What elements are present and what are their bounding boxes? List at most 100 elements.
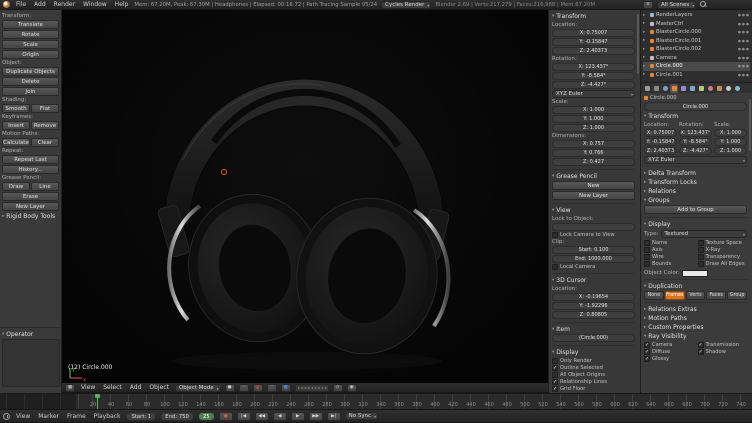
repeat-last-button[interactable]: Repeat Last	[2, 155, 59, 164]
show-name-checkbox[interactable]: Name	[644, 240, 694, 246]
transparency-checkbox[interactable]: Transparency	[698, 254, 748, 260]
only-render-checkbox[interactable]: Only Render	[552, 358, 635, 364]
snap-magnet-icon[interactable]: ∩	[333, 384, 343, 392]
frame-start-field[interactable]: Start: 1	[126, 412, 156, 421]
disclosure-icon[interactable]: ▸	[643, 13, 648, 18]
relationship-lines-checkbox[interactable]: Relationship Lines	[552, 379, 635, 385]
location-field[interactable]: Y: -0.15847	[552, 38, 635, 46]
transform-panel-header[interactable]: Transform	[644, 112, 747, 121]
ray-diffuse-checkbox[interactable]: Diffuse	[644, 349, 694, 355]
layer-grid[interactable]	[295, 384, 329, 392]
render-opengl-icon[interactable]: ◉	[347, 384, 357, 392]
current-frame-field[interactable]: 25	[198, 412, 215, 421]
clip-start-field[interactable]: Start: 0.100	[552, 246, 635, 254]
rotation-mode-select[interactable]: XYZ Euler	[644, 156, 747, 164]
ray-visibility-panel-header[interactable]: Ray Visibility	[644, 332, 747, 341]
outliner-editor-icon[interactable]: ≡	[643, 1, 653, 9]
scale-field[interactable]: Y: 1.000	[714, 138, 747, 146]
remove-keyframe-button[interactable]: Remove	[31, 121, 59, 130]
show-axis-checkbox[interactable]: Axis	[644, 247, 694, 253]
duplication-group-button[interactable]: Group	[727, 291, 747, 300]
gp-line-button[interactable]: Line	[31, 182, 59, 191]
rotation-field[interactable]: Y: -8.584°	[552, 72, 635, 80]
view-panel-header[interactable]: View	[552, 206, 635, 215]
rotation-field[interactable]: X: 123.437°	[679, 129, 712, 137]
cursor-field[interactable]: X: -0.19654	[552, 293, 635, 301]
all-origins-checkbox[interactable]: All Object Origins	[552, 372, 635, 378]
show-bounds-checkbox[interactable]: Bounds	[644, 261, 694, 267]
lock-camera-checkbox[interactable]: Lock Camera to View	[552, 232, 635, 238]
search-icon[interactable]	[700, 1, 707, 8]
play-reverse-button[interactable]: ◀	[273, 412, 287, 421]
timeline-editor-icon[interactable]	[3, 413, 10, 420]
location-field[interactable]: Z: 2.40373	[552, 47, 635, 55]
outliner-row[interactable]: ▸ Camera●●●	[643, 54, 750, 63]
properties-tab-render-icon[interactable]	[643, 84, 651, 93]
disclosure-icon[interactable]: ▸	[643, 72, 648, 77]
properties-tab-physics-icon[interactable]	[733, 84, 741, 93]
visibility-toggles[interactable]: ●●●	[738, 73, 750, 77]
outliner-row[interactable]: ▸ RenderLayers●●●	[643, 11, 750, 20]
show-wire-checkbox[interactable]: Wire	[644, 254, 694, 260]
disclosure-icon[interactable]: ▸	[643, 21, 648, 26]
visibility-toggles[interactable]: ●●●	[738, 13, 750, 17]
viewport-menu-select[interactable]: Select	[101, 384, 124, 391]
frame-end-field[interactable]: End: 750	[160, 412, 194, 421]
prev-keyframe-button[interactable]: ◀◀	[255, 412, 269, 421]
outliner-row-selected[interactable]: ▸ Circle.000●●●	[643, 62, 750, 71]
outline-selected-checkbox[interactable]: Outline Selected	[552, 365, 635, 371]
outliner-row[interactable]: ▸ Circle.001●●●	[643, 71, 750, 80]
custom-properties-panel-header[interactable]: Custom Properties	[644, 323, 747, 332]
scale-field[interactable]: Z: 1.000	[552, 124, 635, 132]
location-field[interactable]: Y: -0.15847	[644, 138, 677, 146]
relations-extras-panel-header[interactable]: Relations Extras	[644, 305, 747, 314]
local-camera-checkbox[interactable]: Local Camera	[552, 264, 635, 270]
cursor-field[interactable]: Z: 0.80805	[552, 311, 635, 319]
properties-tab-modifiers-icon[interactable]	[688, 84, 696, 93]
display-type-select[interactable]: Textured	[661, 230, 748, 238]
properties-tab-texture-icon[interactable]	[715, 84, 723, 93]
visibility-toggles[interactable]: ●●●	[738, 47, 750, 51]
ray-glossy-checkbox[interactable]: Glossy	[644, 356, 694, 362]
rotation-mode-select[interactable]: XYZ Euler	[552, 90, 635, 98]
rigid-body-tools-panel-header[interactable]: Rigid Body Tools	[2, 212, 59, 221]
timeline-ruler[interactable]: 2040608010012014016018020022024026028030…	[0, 393, 752, 409]
shade-smooth-button[interactable]: Smooth	[2, 104, 30, 113]
viewport-menu-view[interactable]: View	[79, 384, 97, 391]
visibility-toggles[interactable]: ●●●	[738, 64, 750, 68]
visibility-toggles[interactable]: ●●●	[738, 56, 750, 60]
clear-paths-button[interactable]: Clear	[31, 138, 59, 147]
viewport-shading-icon[interactable]: ●	[225, 384, 235, 392]
outliner-row[interactable]: ▸ BlasterCircle.001●●●	[643, 37, 750, 46]
dimension-field[interactable]: Z: 0.427	[552, 158, 635, 166]
ray-shadow-checkbox[interactable]: Shadow	[698, 349, 748, 355]
transform-panel-header[interactable]: Transform	[552, 12, 635, 21]
render-engine-select[interactable]: Cycles Render	[381, 1, 431, 9]
rotation-field[interactable]: Z: -4.427°	[552, 81, 635, 89]
menu-add[interactable]: Add	[32, 1, 48, 8]
rotate-button[interactable]: Rotate	[2, 30, 59, 39]
timeline-menu-frame[interactable]: Frame	[65, 413, 88, 420]
relations-panel-header[interactable]: Relations	[644, 187, 747, 196]
grid-floor-checkbox[interactable]: Grid Floor	[552, 386, 635, 392]
rotation-field[interactable]: X: 123.437°	[552, 63, 635, 71]
duplicate-button[interactable]: Duplicate Objects	[2, 67, 59, 76]
outliner-display-mode-select[interactable]: All Scenes	[657, 1, 696, 9]
draw-all-edges-checkbox[interactable]: Draw All Edges	[698, 261, 748, 267]
timeline-menu-playback[interactable]: Playback	[92, 413, 123, 420]
scale-field[interactable]: X: 1.000	[552, 106, 635, 114]
delete-button[interactable]: Delete	[2, 77, 59, 86]
object-color-swatch[interactable]	[682, 270, 708, 277]
ray-transmission-checkbox[interactable]: Transmission	[698, 342, 748, 348]
gp-new-layer-button[interactable]: New Layer	[552, 191, 635, 200]
properties-tab-data-icon[interactable]	[697, 84, 705, 93]
insert-keyframe-button[interactable]: Insert	[2, 121, 30, 130]
current-frame-playhead[interactable]	[97, 394, 98, 410]
dimension-field[interactable]: Y: 0.766	[552, 149, 635, 157]
object-name-field[interactable]: Circle.000	[644, 102, 747, 111]
editor-type-icon[interactable]: ▦	[65, 384, 75, 392]
history-button[interactable]: History...	[2, 165, 59, 174]
play-button[interactable]: ▶	[291, 412, 305, 421]
timeline-menu-view[interactable]: View	[14, 413, 32, 420]
playback-sync-select[interactable]: No Sync	[345, 412, 378, 420]
